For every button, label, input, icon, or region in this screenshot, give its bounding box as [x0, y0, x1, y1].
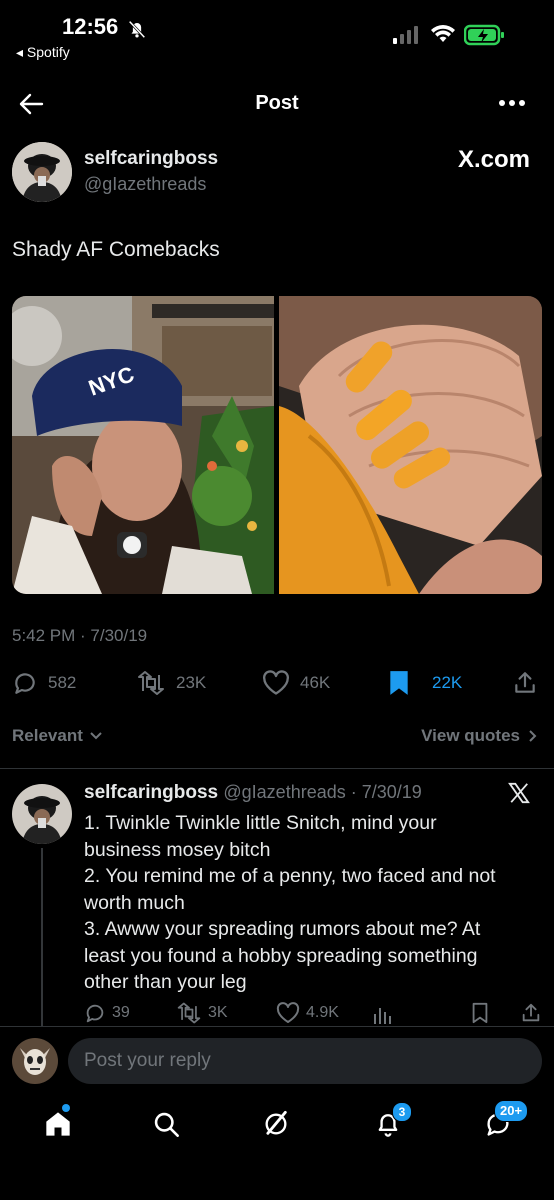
reply-avatar[interactable]	[12, 784, 72, 844]
heart-icon	[276, 1002, 300, 1024]
reply-reply-action[interactable]: 39	[84, 1002, 130, 1024]
chevron-down-icon	[89, 731, 103, 741]
tab-notifications[interactable]: 3	[374, 1102, 412, 1138]
reply-line: 1. Twinkle Twinkle little Snitch, mind y…	[84, 812, 437, 834]
search-icon	[152, 1110, 180, 1138]
like-count: 46K	[300, 673, 331, 692]
my-avatar[interactable]	[12, 1038, 58, 1084]
tab-home[interactable]	[44, 1104, 72, 1138]
sort-label: Relevant	[12, 726, 83, 745]
reply-text: 1. Twinkle Twinkle little Snitch, mind y…	[84, 810, 544, 996]
thread-line	[41, 848, 43, 1026]
reply-like-action[interactable]: 4.9K	[276, 1002, 339, 1024]
tab-search[interactable]	[152, 1110, 180, 1138]
reply-line: 3. Awww your spreading rumors about me? …	[84, 918, 481, 940]
views-chart-icon[interactable]	[372, 1004, 394, 1024]
tab-grok[interactable]	[262, 1110, 290, 1138]
reply-repost-action[interactable]: 3K	[176, 1002, 228, 1024]
divider	[0, 768, 554, 769]
page-title: Post	[255, 92, 299, 114]
status-time: 12:56	[62, 14, 119, 39]
notifications-badge: 3	[392, 1102, 412, 1122]
tab-messages[interactable]: 20+	[484, 1100, 529, 1138]
source-badge: X.com	[457, 146, 530, 173]
reply-line: least you found a hobby spreading someth…	[84, 944, 478, 967]
reply-input-placeholder: Post your reply	[84, 1050, 211, 1071]
reply-header: selfcaringboss @gIazethreads · 7/30/19	[84, 782, 422, 804]
post-text: Shady AF Comebacks	[12, 238, 220, 261]
divider	[0, 1026, 554, 1027]
reply-icon	[12, 670, 38, 696]
heart-icon	[262, 670, 290, 696]
repost-action[interactable]: 23K	[136, 670, 206, 696]
author-name[interactable]: selfcaringboss	[84, 148, 218, 170]
reply-line: business mosey bitch	[84, 838, 271, 861]
reply-like-count: 4.9K	[306, 1004, 339, 1021]
like-action[interactable]: 46K	[262, 670, 330, 696]
share-icon[interactable]	[520, 1002, 542, 1024]
cellular-signal-icon	[393, 26, 421, 44]
bell-muted-icon	[126, 18, 148, 40]
back-to-app-link[interactable]: ◂ Spotify	[16, 44, 70, 61]
avatar[interactable]	[12, 142, 72, 202]
grok-icon	[262, 1110, 290, 1138]
repost-icon	[136, 670, 166, 696]
view-quotes-label: View quotes	[421, 726, 520, 745]
x-logo-icon	[508, 782, 530, 804]
wifi-icon	[430, 22, 456, 44]
sort-relevant-dropdown[interactable]: Relevant	[12, 726, 103, 746]
reply-action[interactable]: 582	[12, 670, 76, 696]
bookmark-filled-icon	[388, 670, 410, 696]
chevron-right-icon	[528, 729, 538, 743]
bookmark-action[interactable]: 22K	[388, 670, 462, 696]
share-icon[interactable]	[512, 670, 538, 696]
view-quotes-link[interactable]: View quotes	[421, 726, 538, 746]
battery-charging-icon	[464, 24, 506, 46]
reply-author-name[interactable]: selfcaringboss	[84, 782, 218, 803]
repost-count: 23K	[176, 673, 207, 692]
more-options-icon[interactable]	[497, 96, 527, 110]
post-image-orange-nails[interactable]	[279, 296, 542, 594]
repost-icon	[176, 1002, 202, 1024]
reply-count: 582	[48, 673, 77, 692]
home-icon	[44, 1110, 72, 1138]
author-handle[interactable]: @gIazethreads	[84, 174, 206, 195]
reply-repost-count: 3K	[208, 1004, 228, 1021]
home-unread-dot	[62, 1104, 70, 1112]
reply-line: worth much	[84, 891, 185, 914]
reply-input[interactable]: Post your reply	[68, 1038, 542, 1084]
bookmark-count: 22K	[432, 673, 463, 692]
reply-line: 2. You remind me of a penny, two faced a…	[84, 865, 496, 887]
messages-badge: 20+	[494, 1100, 529, 1122]
reply-icon	[84, 1002, 106, 1024]
reply-meta: @gIazethreads · 7/30/19	[223, 782, 422, 802]
reply-reply-count: 39	[112, 1004, 130, 1021]
bookmark-icon[interactable]	[470, 1002, 490, 1024]
post-image-girl-nyc-hat[interactable]: NYC	[12, 296, 274, 594]
post-timestamp: 5:42 PM · 7/30/19	[12, 626, 148, 645]
reply-line: other than your leg	[84, 971, 247, 993]
